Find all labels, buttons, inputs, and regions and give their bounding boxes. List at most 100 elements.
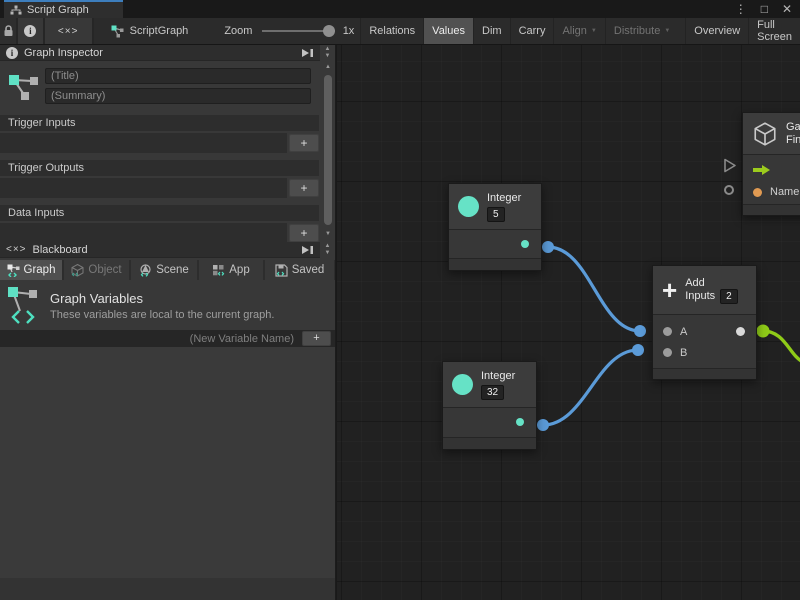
node-body [449,230,541,258]
sitemap-icon [10,5,22,16]
dock-icon[interactable] [300,245,314,255]
close-icon[interactable]: ✕ [782,2,792,16]
inspect-button[interactable]: i [18,18,45,44]
node-header[interactable]: + Add Inputs 2 [653,266,756,315]
integer-literal-icon [458,196,479,217]
graph-inspector-title: Graph Inspector [24,47,103,59]
tab-script-graph[interactable]: Script Graph [4,0,123,18]
graph-icon [111,25,124,38]
align-dropdown[interactable]: Align ▼ [553,18,604,44]
node-header[interactable]: Integer 32 [443,362,536,408]
input-port-name[interactable] [753,188,762,197]
wire-endpoint[interactable] [757,325,770,338]
inputs-count-field[interactable]: 2 [720,289,738,304]
wire-add-out [763,331,800,362]
new-variable-input[interactable] [0,330,298,347]
maximize-icon[interactable]: □ [761,2,768,16]
flow-port-row [743,159,800,181]
wire-endpoint[interactable] [632,344,644,356]
inputs-label: Inputs [685,290,715,302]
distribute-dropdown[interactable]: Distribute ▼ [605,18,678,44]
tab-scene[interactable]: Scene [131,260,197,280]
overview-button[interactable]: Overview [685,18,748,44]
section-data-inputs: Data Inputs [0,205,319,221]
toolbar-buttons: Relations Values Dim Carry Align ▼ Distr… [360,18,800,44]
kebab-menu-icon[interactable]: ⋮ [735,2,747,16]
chevron-down-icon: ▼ [591,28,597,34]
full-screen-button[interactable]: Full Screen [748,18,800,44]
output-port[interactable] [736,327,745,336]
wire-int5-to-add-a [548,247,640,331]
header-scroll-arrows[interactable]: ▲ ▼ [321,46,334,60]
dock-icon[interactable] [300,48,314,58]
relations-button[interactable]: Relations [360,18,423,44]
wire-endpoint[interactable] [634,325,646,337]
node-body: Name [743,155,800,204]
graph-summary-input[interactable] [45,88,311,104]
input-port-b[interactable] [663,348,672,357]
add-data-input-button[interactable]: + [289,224,319,242]
node-header[interactable]: Integer 5 [449,184,541,230]
zoom-label: Zoom [224,25,252,37]
wire-endpoint[interactable] [537,419,549,431]
port-label: Name [770,186,799,198]
output-port[interactable] [521,240,529,248]
dim-button[interactable]: Dim [473,18,510,44]
integer-literal-icon [452,374,473,395]
scroll-down-icon[interactable]: ▼ [325,231,331,237]
trigger-inputs-list [0,133,287,153]
add-trigger-output-button[interactable]: + [289,179,319,197]
tab-object[interactable]: Object [64,260,129,280]
node-body: A B [653,315,756,368]
tab-title: Script Graph [27,4,89,16]
node-body [443,408,536,437]
wire-endpoint[interactable] [542,241,554,253]
tab-graph[interactable]: Graph [0,260,62,280]
blackboard-title: Blackboard [33,244,88,256]
add-variable-button[interactable]: + [302,331,331,346]
window-tab-bar: Script Graph ⋮ □ ✕ [0,0,800,18]
zoom-slider[interactable] [262,30,334,32]
breadcrumb[interactable]: ScriptGraph [111,18,189,44]
integer-value-field[interactable]: 32 [481,385,504,400]
node-gameobject-find[interactable]: GameObject Find Name [742,112,800,216]
cube-icon [752,121,778,147]
free-flow-port-icon[interactable] [723,158,737,173]
header-scroll-arrows[interactable]: ▲ ▼ [321,243,334,257]
node-header[interactable]: GameObject Find [743,113,800,155]
info-icon: i [6,47,18,59]
carry-button[interactable]: Carry [510,18,554,44]
lock-button[interactable] [0,18,18,44]
node-footer [653,368,756,379]
scroll-up-icon[interactable]: ▲ [325,64,331,70]
input-port-a[interactable] [663,327,672,336]
tab-saved[interactable]: Saved [265,260,334,280]
add-trigger-input-button[interactable]: + [289,134,319,152]
output-port[interactable] [516,418,524,426]
node-title: Add [685,277,738,289]
values-button[interactable]: Values [423,18,473,44]
graph-variables-icon [6,285,42,327]
add-icon: + [662,279,677,301]
port-label: A [680,326,687,338]
graph-canvas[interactable]: Integer 5 Integer 32 [337,45,800,600]
lock-icon [3,25,14,37]
blackboard-header: <×> Blackboard [0,242,320,258]
free-value-port-icon[interactable] [724,185,734,195]
node-integer-5[interactable]: Integer 5 [448,183,542,271]
node-title: GameObject [786,121,800,134]
inspector-scrollbar-thumb[interactable] [324,75,332,225]
port-row-b: B [653,342,756,363]
flow-arrow-icon[interactable] [753,164,771,176]
breadcrumb-label: ScriptGraph [130,25,189,37]
graph-title-input[interactable] [45,68,311,84]
tab-app[interactable]: App [199,260,263,280]
code-view-button[interactable]: <×> [45,18,94,44]
new-variable-row: + [0,330,336,347]
zoom-slider-handle[interactable] [323,25,335,37]
section-trigger-outputs: Trigger Outputs [0,160,319,176]
integer-value-field[interactable]: 5 [487,207,505,222]
node-integer-32[interactable]: Integer 32 [442,361,537,450]
node-add[interactable]: + Add Inputs 2 A B [652,265,757,380]
code-icon: <×> [58,26,79,37]
